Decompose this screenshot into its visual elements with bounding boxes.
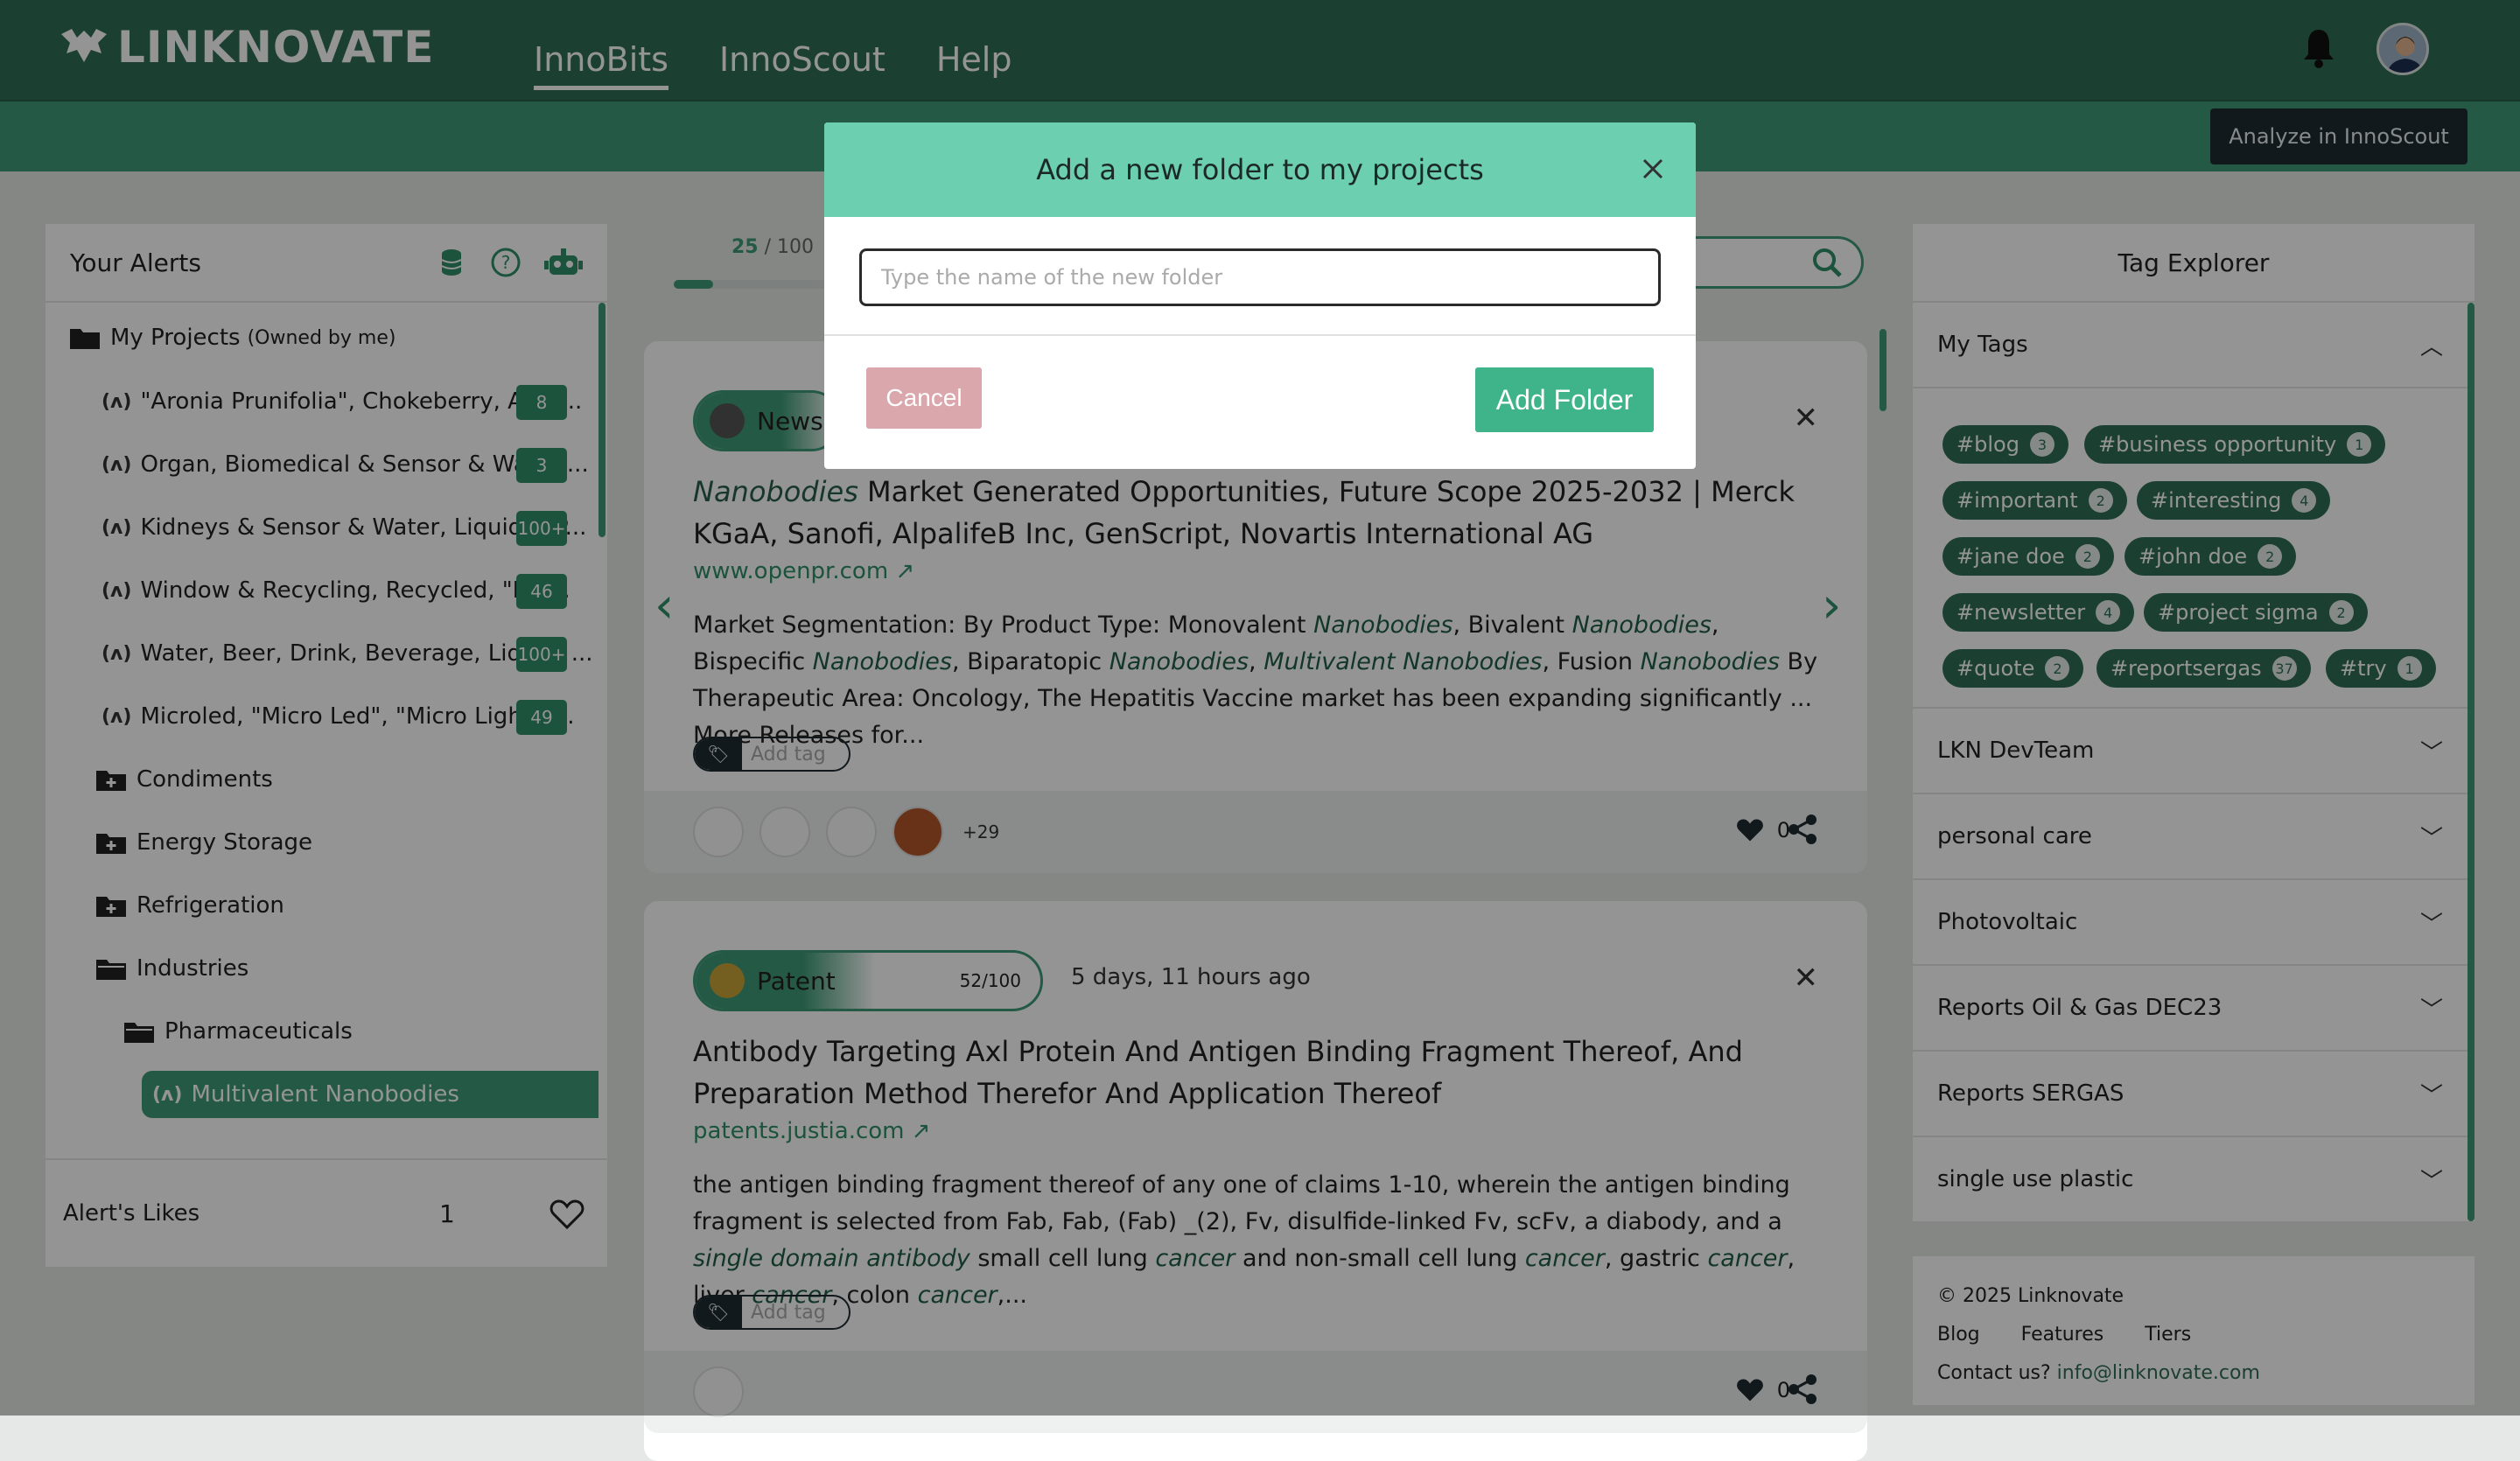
- folder-name-input[interactable]: [859, 248, 1661, 306]
- modal-body: [824, 217, 1696, 336]
- modal-header: Add a new folder to my projects: [824, 122, 1696, 217]
- modal-title: Add a new folder to my projects: [1036, 153, 1484, 186]
- cancel-button[interactable]: Cancel: [866, 367, 982, 429]
- close-icon[interactable]: [1642, 157, 1664, 180]
- add-folder-modal: Add a new folder to my projects Cancel A…: [824, 122, 1696, 469]
- add-folder-button[interactable]: Add Folder: [1475, 367, 1654, 432]
